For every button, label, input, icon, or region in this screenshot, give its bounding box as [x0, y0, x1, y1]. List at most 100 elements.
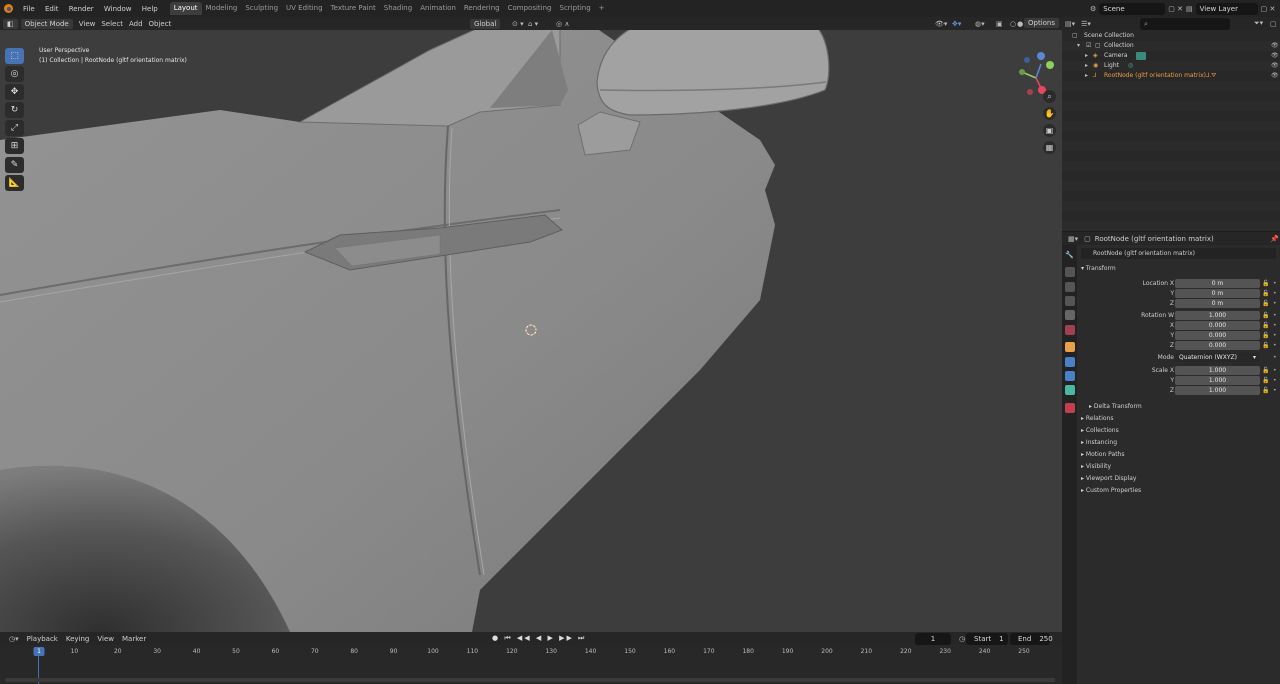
location-y-field[interactable]: 0 m [1175, 289, 1260, 298]
lock-icon[interactable]: 🔓 [1262, 289, 1269, 299]
menu-object[interactable]: Object [146, 20, 175, 28]
end-frame-field[interactable]: End 250 [1010, 633, 1053, 645]
view-layer-field[interactable]: View Layer [1195, 2, 1258, 15]
outliner-search-input[interactable]: ⌕ [1140, 18, 1230, 30]
scene-tab-icon[interactable] [1065, 310, 1075, 320]
transform-orientation-select[interactable]: Global [470, 18, 501, 29]
rotation-mode-select[interactable]: Quaternion (WXYZ) ▾ [1175, 353, 1260, 362]
proportional-icon[interactable]: ◎ ∧ [556, 20, 569, 28]
constraints-tab-icon[interactable] [1065, 371, 1075, 381]
view-layer-selector[interactable]: ▤ View Layer ▢ ✕ [1186, 2, 1275, 15]
tab-uv-editing[interactable]: UV Editing [282, 2, 327, 15]
overlay-toggle-icon[interactable]: ◍▾ [975, 20, 985, 28]
outliner-row-scene-collection[interactable]: ▢ Scene Collection [1062, 31, 1280, 41]
keyframe-dot-icon[interactable]: • [1273, 386, 1277, 396]
viewport-display-panel[interactable]: ▸ Viewport Display [1077, 473, 1280, 484]
scene-selector[interactable]: ⚙ Scene ▢ ✕ [1090, 2, 1183, 15]
filter-icon[interactable]: ⏷▾ [1254, 19, 1263, 28]
keyframe-dot-icon[interactable]: • [1273, 289, 1277, 299]
pin-icon[interactable]: 📌 [1270, 235, 1279, 243]
outliner-row-collection[interactable]: ▾ ☑ ▢ Collection 👁 [1062, 41, 1280, 51]
camera-view-icon[interactable]: ▣ [1043, 124, 1056, 137]
move-tool-icon[interactable]: ✥ [5, 84, 24, 100]
visibility-panel[interactable]: ▸ Visibility [1077, 461, 1280, 472]
menu-add[interactable]: Add [126, 20, 146, 28]
snap-icon[interactable]: ⌂ ▾ [528, 20, 538, 28]
lock-icon[interactable]: 🔓 [1262, 321, 1269, 331]
scale-x-field[interactable]: 1.000 [1175, 366, 1260, 375]
chevron-down-icon[interactable]: ▾ [1077, 41, 1080, 51]
tool-tab-icon[interactable]: 🔧 [1065, 251, 1075, 261]
eye-icon[interactable]: 👁 [1271, 41, 1279, 51]
tab-texture-paint[interactable]: Texture Paint [327, 2, 380, 15]
options-button[interactable]: Options [1024, 18, 1060, 28]
lock-icon[interactable]: 🔓 [1262, 279, 1269, 289]
delta-transform-panel[interactable]: ▸ Delta Transform [1077, 401, 1280, 412]
tab-rendering[interactable]: Rendering [460, 2, 504, 15]
perspective-toggle-icon[interactable]: ▦ [1043, 141, 1056, 154]
start-frame-field[interactable]: Start 1 [966, 633, 1008, 645]
eye-icon[interactable]: 👁 [1271, 61, 1279, 71]
tab-layout[interactable]: Layout [169, 2, 202, 15]
lock-icon[interactable]: 🔓 [1262, 341, 1269, 351]
motion-paths-panel[interactable]: ▸ Motion Paths [1077, 449, 1280, 460]
tab-shading[interactable]: Shading [380, 2, 416, 15]
instancing-panel[interactable]: ▸ Instancing [1077, 437, 1280, 448]
transform-tool-icon[interactable]: ⊞ [5, 138, 24, 154]
add-workspace-button[interactable]: + [595, 2, 609, 15]
tab-animation[interactable]: Animation [416, 2, 460, 15]
transform-panel-header[interactable]: ▾ Transform [1077, 263, 1280, 274]
pivot-icon[interactable]: ⊙ ▾ [512, 20, 524, 28]
render-tab-icon[interactable] [1065, 267, 1075, 277]
object-tab-icon[interactable] [1065, 342, 1075, 352]
relations-panel[interactable]: ▸ Relations [1077, 413, 1280, 424]
location-x-field[interactable]: 0 m [1175, 279, 1260, 288]
keyframe-dot-icon[interactable]: • [1273, 353, 1277, 363]
view-layer-browse-icon[interactable]: ▢ ✕ [1261, 5, 1276, 13]
physics-tab-icon[interactable] [1065, 357, 1075, 367]
tab-modeling[interactable]: Modeling [202, 2, 242, 15]
timeline[interactable]: 10 20 30 40 50 60 70 80 90 100 110 120 130 140 150 160 1… [0, 645, 1062, 684]
scale-y-field[interactable]: 1.000 [1175, 376, 1260, 385]
keyframe-dot-icon[interactable]: • [1273, 299, 1277, 309]
scene-browse-icon[interactable]: ▢ ✕ [1168, 5, 1183, 13]
checkbox-icon[interactable]: ☑ [1086, 41, 1091, 51]
outliner-row-light[interactable]: ▸ ◉ Light ◎ 👁 [1062, 61, 1280, 71]
properties-editor-icon[interactable]: ▦▾ [1068, 235, 1078, 243]
menu-render[interactable]: Render [65, 5, 98, 13]
measure-tool-icon[interactable]: 📐 [5, 175, 24, 191]
menu-timeline-view[interactable]: View [93, 635, 118, 643]
viewport-3d[interactable]: User Perspective (1) Collection | RootNo… [0, 30, 1062, 632]
timeline-scrollbar[interactable] [5, 678, 1055, 682]
eye-icon[interactable]: 👁 [1271, 71, 1279, 81]
view-layer-tab-icon[interactable] [1065, 296, 1075, 306]
menu-window[interactable]: Window [100, 5, 136, 13]
lock-icon[interactable]: 🔓 [1262, 366, 1269, 376]
menu-playback[interactable]: Playback [23, 635, 62, 643]
data-tab-icon[interactable] [1065, 385, 1075, 395]
rotation-w-field[interactable]: 1.000 [1175, 311, 1260, 320]
scene-field[interactable]: Scene [1099, 2, 1166, 15]
zoom-icon[interactable]: ⌕ [1043, 90, 1056, 103]
object-name-field[interactable]: RootNode (gltf orientation matrix) [1081, 248, 1276, 259]
rotation-y-field[interactable]: 0.000 [1175, 331, 1260, 340]
lock-icon[interactable]: 🔓 [1262, 386, 1269, 396]
location-z-field[interactable]: 0 m [1175, 299, 1260, 308]
menu-help[interactable]: Help [138, 5, 162, 13]
eye-icon[interactable]: 👁 [1271, 51, 1279, 61]
tab-sculpting[interactable]: Sculpting [241, 2, 282, 15]
keyframe-dot-icon[interactable]: • [1273, 279, 1277, 289]
world-tab-icon[interactable] [1065, 325, 1075, 335]
chevron-right-icon[interactable]: ▸ [1085, 51, 1088, 61]
outliner-row-camera[interactable]: ▸ ◈ Camera 👁 [1062, 51, 1280, 61]
keyframe-dot-icon[interactable]: • [1273, 376, 1277, 386]
editor-type-icon[interactable]: ◧ [3, 18, 18, 29]
tab-scripting[interactable]: Scripting [556, 2, 595, 15]
timeline-editor-icon[interactable]: ◷▾ [5, 635, 23, 643]
menu-marker[interactable]: Marker [118, 635, 150, 643]
cursor-tool-icon[interactable]: ◎ [5, 66, 24, 82]
rotate-tool-icon[interactable]: ↻ [5, 102, 24, 118]
annotate-tool-icon[interactable]: ✎ [5, 157, 24, 173]
light-data-icon[interactable]: ◎ [1128, 61, 1133, 71]
current-frame-indicator[interactable]: 1 [33, 647, 45, 656]
